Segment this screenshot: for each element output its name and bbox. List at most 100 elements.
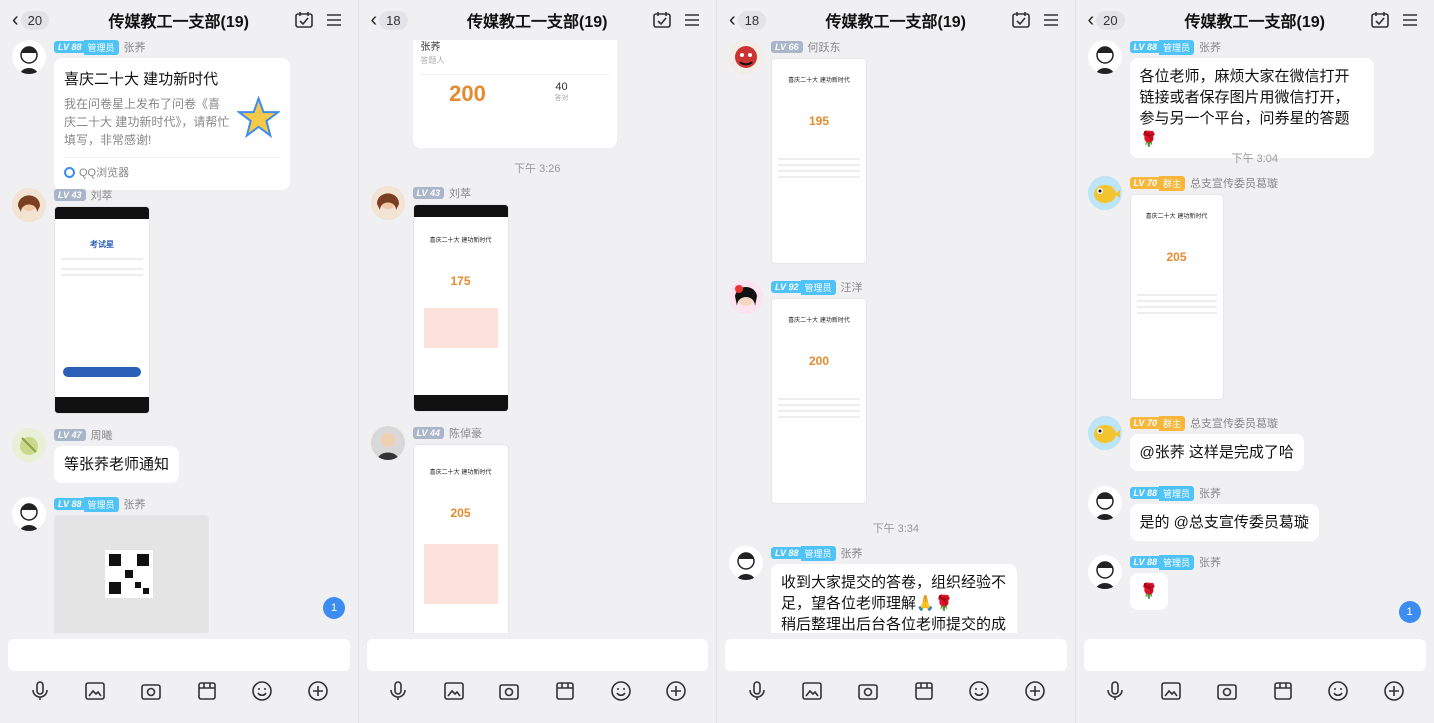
role-badge: 管理员 (800, 279, 836, 295)
mic-icon[interactable] (28, 679, 52, 703)
input-area (0, 633, 358, 723)
back-button[interactable]: ‹ 20 (12, 10, 50, 30)
message-bubble[interactable]: 收到大家提交的答卷，组织经验不足，望各位老师理解🙏🌹 稍后整理出后台各位老师提交… (771, 564, 1017, 633)
screenshot-image[interactable]: 喜庆二十大 建功新时代 195 (771, 58, 867, 264)
qr-code-icon (105, 550, 153, 598)
timestamp: 下午 3:34 (872, 523, 919, 535)
back-chevron-icon: ‹ (729, 9, 736, 31)
avatar[interactable] (729, 280, 763, 314)
mic-icon[interactable] (1103, 679, 1127, 703)
avatar[interactable] (12, 40, 46, 74)
message-bubble[interactable]: 🌹 (1129, 573, 1169, 610)
level-badge: LV 88 (54, 41, 86, 53)
avatar[interactable] (370, 186, 405, 220)
camera-icon[interactable] (856, 679, 880, 703)
level-badge: LV 43 (412, 187, 445, 199)
calendar-check-icon[interactable] (652, 10, 672, 30)
image-icon[interactable] (800, 679, 824, 703)
level-badge: LV 44 (412, 427, 445, 439)
menu-icon[interactable] (682, 10, 702, 30)
plus-icon[interactable] (306, 679, 330, 703)
sender-name: 张荞 (123, 42, 146, 54)
avatar[interactable] (12, 428, 46, 462)
screenshot-image[interactable]: 喜庆二十大 建功新时代 205 (412, 444, 509, 633)
calendar-check-icon[interactable] (294, 10, 314, 30)
card-title: 喜庆二十大 建功新时代 (64, 71, 219, 88)
message-bubble[interactable]: 是的 @总支宣传委员葛璇 (1129, 504, 1319, 541)
calendar-check-icon[interactable] (1011, 10, 1031, 30)
level-badge: LV 88 (54, 498, 86, 510)
message-input[interactable] (725, 639, 1067, 671)
box-icon[interactable] (912, 679, 936, 703)
card-desc: 我在问卷星上发布了问卷《喜庆二十大 建功新时代》，请帮忙填写，非常感谢! (64, 97, 230, 147)
chat-panel-2: ‹ 18 传媒教工一支部(19) 张荞 答题人 200 40 答对 下午 3:2… (358, 0, 717, 723)
menu-icon[interactable] (324, 10, 344, 30)
plus-icon[interactable] (1382, 679, 1406, 703)
box-icon[interactable] (1271, 679, 1295, 703)
score-right: 40 (555, 81, 568, 93)
avatar[interactable] (370, 426, 405, 460)
message: LV 66 何跃东 喜庆二十大 建功新时代 195 (717, 40, 1075, 276)
message-input[interactable] (1083, 639, 1426, 671)
menu-icon[interactable] (1041, 10, 1061, 30)
unread-badge[interactable]: 1 (323, 597, 345, 619)
camera-icon[interactable] (497, 679, 521, 703)
box-icon[interactable] (553, 679, 577, 703)
score-value: 200 (449, 81, 486, 106)
emoji-icon[interactable] (250, 679, 274, 703)
image-icon[interactable] (442, 679, 466, 703)
camera-icon[interactable] (139, 679, 163, 703)
avatar[interactable] (1087, 555, 1122, 589)
back-button[interactable]: ‹ 18 (729, 9, 767, 31)
unread-count: 18 (737, 10, 767, 30)
avatar[interactable] (12, 497, 46, 531)
screenshot-image[interactable]: 喜庆二十大 建功新时代 175 (412, 204, 509, 412)
avatar[interactable] (1087, 176, 1122, 210)
plus-icon[interactable] (664, 679, 688, 703)
avatar[interactable] (12, 188, 46, 222)
emoji-icon[interactable] (609, 679, 633, 703)
image-icon[interactable] (83, 679, 107, 703)
unread-badge[interactable]: 1 (1398, 601, 1421, 623)
level-badge: LV 47 (54, 429, 86, 441)
score-card-image[interactable]: 张荞 答题人 200 40 答对 (412, 40, 617, 148)
mic-icon[interactable] (386, 679, 410, 703)
emoji-icon[interactable] (1326, 679, 1350, 703)
qr-code-image[interactable] (54, 515, 209, 633)
image-icon[interactable] (1159, 679, 1183, 703)
screenshot-image[interactable]: 考试星 (54, 206, 150, 414)
plus-icon[interactable] (1023, 679, 1047, 703)
timestamp: 下午 3:26 (514, 163, 561, 175)
message-input[interactable] (366, 639, 708, 671)
emoji-icon[interactable] (967, 679, 991, 703)
message: LV 88 管理员 张荞 各位老师，麻烦大家在微信打开链接或者保存图片用微信打开，参… (1076, 40, 1434, 158)
screenshot-title: 喜庆二十大 建功新时代 (429, 470, 492, 476)
menu-icon[interactable] (1400, 10, 1420, 30)
camera-icon[interactable] (1215, 679, 1239, 703)
message: LV 88 管理员 张荞 是的 @总支宣传委员葛璇 (1076, 485, 1434, 548)
avatar[interactable] (1087, 416, 1122, 450)
box-icon[interactable] (195, 679, 219, 703)
mic-icon[interactable] (745, 679, 769, 703)
back-button[interactable]: ‹ 18 (371, 10, 408, 30)
message: LV 88 管理员 张荞 (0, 496, 358, 633)
message: LV 88 管理员 张荞 喜庆二十大 建功新时代 我在问卷星上发布了问卷《喜庆二十大… (0, 40, 358, 190)
avatar[interactable] (729, 546, 763, 580)
screenshot-image[interactable]: 喜庆二十大 建功新时代 205 (1129, 194, 1224, 400)
back-button[interactable]: ‹ 20 (1088, 10, 1125, 30)
sender-name: 张荞 (1199, 557, 1222, 569)
avatar[interactable] (1087, 40, 1122, 74)
avatar[interactable] (729, 40, 763, 74)
back-chevron-icon: ‹ (1087, 9, 1095, 31)
message-bubble[interactable]: 等张荞老师通知 (54, 446, 180, 483)
avatar[interactable] (1087, 486, 1122, 520)
screenshot-title: 喜庆二十大 建功新时代 (429, 238, 492, 244)
message-input[interactable] (8, 639, 350, 671)
screenshot-image[interactable]: 喜庆二十大 建功新时代 200 (771, 298, 867, 504)
message-bubble[interactable]: @张荞 这样是完成了哈 (1129, 434, 1304, 471)
calendar-check-icon[interactable] (1370, 10, 1390, 30)
score-name: 张荞 (420, 42, 441, 53)
message-bubble[interactable]: 各位老师，麻烦大家在微信打开链接或者保存图片用微信打开，参与另一个平台，问券星的… (1129, 58, 1374, 158)
chat-panel-1: ‹ 20 传媒教工一支部(19) LV 88 管理员 张荞 喜庆二十大 建功新时代 … (0, 0, 359, 723)
share-card[interactable]: 喜庆二十大 建功新时代 我在问卷星上发布了问卷《喜庆二十大 建功新时代》，请帮忙… (54, 58, 290, 190)
